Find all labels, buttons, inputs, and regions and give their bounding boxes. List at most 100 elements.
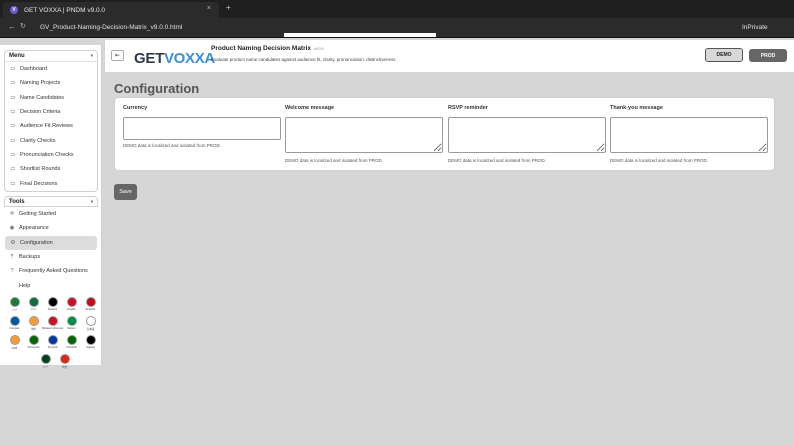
sidebar-item-label: Name Candidates xyxy=(20,94,65,101)
flag-icon xyxy=(40,354,51,364)
language-label: Bahasa Indonesia xyxy=(42,327,63,330)
menu-section-title: Menu xyxy=(9,53,25,59)
language-label: বাংলা xyxy=(30,308,37,311)
demo-env-button[interactable]: DEMO xyxy=(705,48,743,62)
flag-icon: ▭ xyxy=(10,180,16,187)
sidebar-item[interactable]: ▭ Clarity Checks xyxy=(5,133,97,147)
thank-you-message-note: DEMO data is localized and isolated from… xyxy=(610,158,709,163)
sidebar-toggle-button[interactable]: ⇤ xyxy=(111,50,124,61)
flag-icon xyxy=(66,297,77,307)
language-flag[interactable]: Italiano xyxy=(62,316,81,334)
sidebar-item[interactable]: ▭ Final Decisions xyxy=(5,176,97,190)
flag-icon xyxy=(66,316,77,326)
language-flag[interactable]: Français xyxy=(5,316,24,334)
users-icon: ▭ xyxy=(10,123,16,130)
language-label: 日本語 xyxy=(86,328,95,331)
language-flag[interactable]: Bahasa Indonesia xyxy=(42,316,63,334)
language-label: عربي xyxy=(11,308,18,311)
language-flag[interactable]: Kiswahili xyxy=(62,335,81,353)
language-flag[interactable]: اردو xyxy=(36,354,55,372)
language-label: Deutsch xyxy=(47,308,58,311)
page-title: Configuration xyxy=(114,81,200,96)
header-tab-extension xyxy=(284,33,436,37)
language-label: मराठी xyxy=(11,347,18,350)
configuration-card: Currency DEMO data is localized and isol… xyxy=(114,97,775,171)
rsvp-reminder-textarea[interactable] xyxy=(448,117,606,153)
app-title: Product Naming Decision Matrix v9.0.0 xyxy=(211,45,324,52)
app-subtitle: Evaluate product name candidates against… xyxy=(211,57,396,62)
tools-item[interactable]: ⁜ Getting Started xyxy=(4,207,98,221)
menu-section: Menu ▾ ▭ Dashboard ▭ Naming Projects ▭ Name C… xyxy=(4,50,98,192)
welcome-message-label: Welcome message xyxy=(285,105,335,111)
menu-section-header[interactable]: Menu ▾ xyxy=(5,51,97,62)
tools-item[interactable]: ? Frequently Asked Questions xyxy=(4,264,98,278)
getvoxxa-logo: GETVOXXA xyxy=(134,50,215,67)
language-flag[interactable]: 日本語 xyxy=(81,316,100,334)
language-label: Français xyxy=(9,327,20,330)
flag-icon xyxy=(59,354,70,364)
tools-item[interactable]: ⚙ Configuration xyxy=(5,235,97,250)
menu-list: ▭ Dashboard ▭ Naming Projects ▭ Name Candidat… xyxy=(5,62,97,191)
sidebar-item[interactable]: ▭ Pronunciation Checks xyxy=(5,148,97,162)
folder-icon: ▭ xyxy=(10,80,16,87)
tools-item-label: Backups xyxy=(19,254,41,261)
url-text[interactable]: GV_Product-Naming-Decision-Matrix_v9.0.0… xyxy=(40,24,182,31)
flag-icon xyxy=(85,316,96,326)
flag-icon xyxy=(9,335,20,345)
language-flag[interactable]: 中文 xyxy=(55,354,74,372)
prod-env-button[interactable]: PROD xyxy=(749,49,787,62)
language-flag[interactable]: Português xyxy=(24,335,43,353)
tools-list: ⁜ Getting Started ◉ Appearance ⚙ Configuratio… xyxy=(4,207,98,293)
tools-item[interactable]: Help xyxy=(4,278,98,292)
welcome-message-note: DEMO data is localized and isolated from… xyxy=(285,158,384,163)
back-arrow-icon[interactable]: ← xyxy=(8,22,16,31)
language-flag[interactable]: Español xyxy=(81,297,100,315)
welcome-message-textarea[interactable] xyxy=(285,117,443,153)
language-label: Italiano xyxy=(67,327,76,330)
sidebar-item[interactable]: ▭ Name Candidates xyxy=(5,91,97,105)
close-icon[interactable]: × xyxy=(207,5,211,12)
browser-tab-bar: V GET VOXXA | PNDM v9.0.0 × + xyxy=(0,0,794,18)
reload-icon[interactable]: ↻ xyxy=(20,22,26,30)
language-flag[interactable]: বাংলা xyxy=(24,297,43,315)
language-label: Español xyxy=(85,308,96,311)
flag-row: Français हिंदी Bahasa Indonesia Italiano 日本語 xyxy=(5,316,100,334)
thank-you-message-textarea[interactable] xyxy=(610,117,768,153)
sidebar-item[interactable]: ▭ Naming Projects xyxy=(5,76,97,90)
sidebar-item-label: Naming Projects xyxy=(20,80,61,87)
flag-icon xyxy=(66,335,77,345)
tab-title: GET VOXXA | PNDM v9.0.0 xyxy=(24,6,106,14)
language-flag[interactable]: मराठी xyxy=(5,335,24,353)
tools-item-label: Help xyxy=(19,282,31,289)
new-tab-icon[interactable]: + xyxy=(226,3,231,12)
language-flag[interactable]: Deutsch xyxy=(43,297,62,315)
language-label: Kiswahili xyxy=(66,346,77,349)
language-label: Tagalog xyxy=(85,346,96,349)
currency-input[interactable] xyxy=(123,117,281,140)
thank-you-message-label: Thank-you message xyxy=(610,105,663,111)
tools-item[interactable]: ⤒ Backups xyxy=(4,250,98,264)
sidebar-item[interactable]: ▭ Shortlist Rounds xyxy=(5,162,97,176)
inprivate-badge[interactable]: InPrivate xyxy=(742,24,768,31)
flag-icon xyxy=(47,335,58,345)
language-label: हिंदी xyxy=(31,328,36,331)
question-icon: ? xyxy=(10,268,14,275)
flag-row: मराठी Português Русский Kiswahili Tagalog xyxy=(5,335,100,353)
sidebar-item[interactable]: ▭ Audience Fit Reviews xyxy=(5,119,97,133)
sidebar-item[interactable]: ▭ Decision Criteria xyxy=(5,105,97,119)
language-flag[interactable]: عربي xyxy=(5,297,24,315)
language-flag[interactable]: English xyxy=(62,297,81,315)
flag-icon xyxy=(28,297,39,307)
app-version: v9.0.0 xyxy=(314,47,324,51)
save-button[interactable]: Save xyxy=(114,184,137,200)
language-flag[interactable]: Русский xyxy=(43,335,62,353)
rsvp-reminder-note: DEMO data is localized and isolated from… xyxy=(448,158,547,163)
tools-item[interactable]: ◉ Appearance xyxy=(4,221,98,235)
tools-section-header[interactable]: Tools ▾ xyxy=(4,196,98,207)
sidebar-item[interactable]: ▭ Dashboard xyxy=(5,62,97,76)
browser-tab[interactable]: V GET VOXXA | PNDM v9.0.0 × xyxy=(3,2,219,18)
language-flag[interactable]: हिंदी xyxy=(24,316,43,334)
list-icon: ▭ xyxy=(10,94,16,101)
language-flag[interactable]: Tagalog xyxy=(81,335,100,353)
app-header: ⇤ GETVOXXA Product Naming Decision Matri… xyxy=(105,40,794,73)
